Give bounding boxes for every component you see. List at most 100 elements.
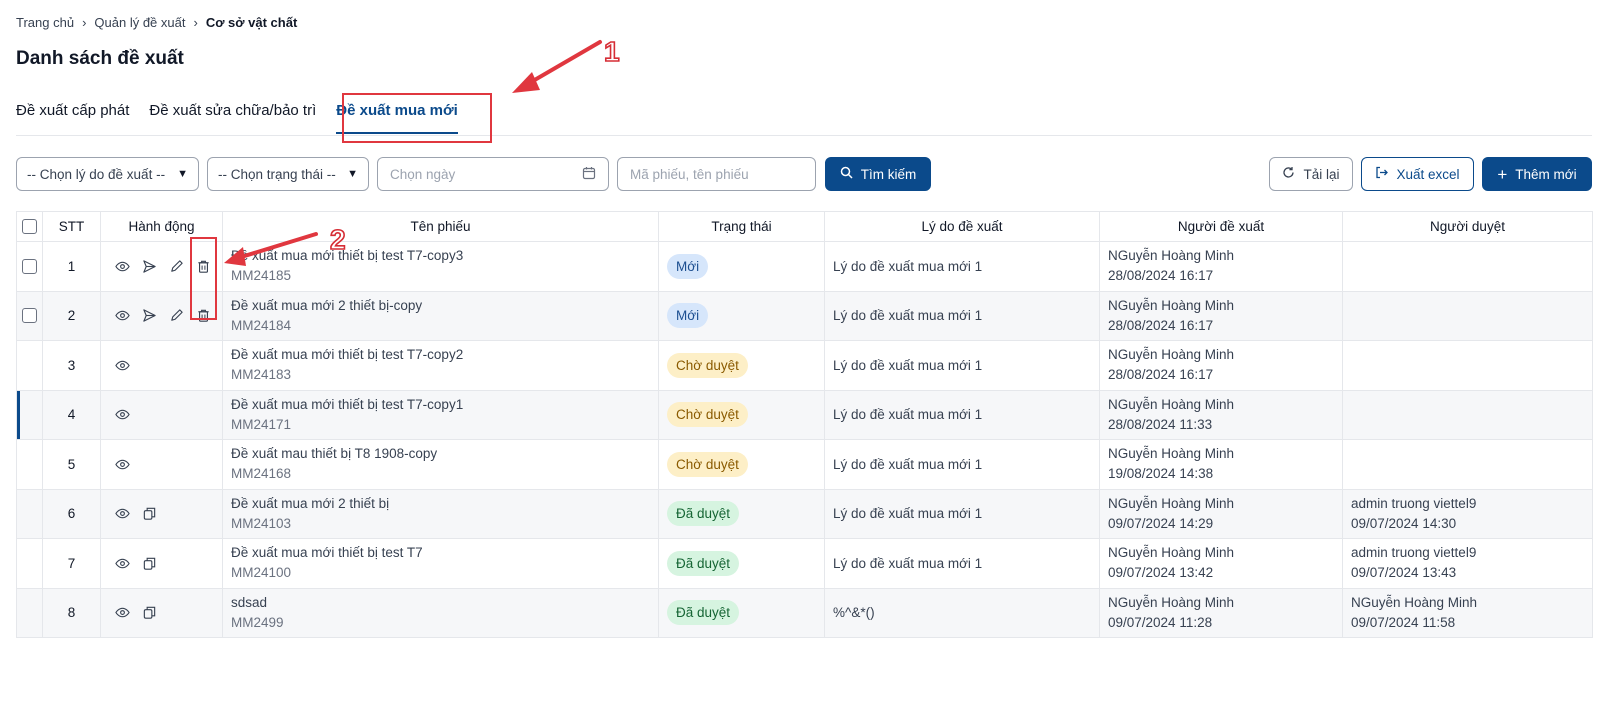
table-row[interactable]: 7 Đề xuất mua mới thiết bị test T7 MM24100… [16,538,1593,589]
row-name[interactable]: Đề xuất mua mới 2 thiết bị [231,494,658,514]
chevron-down-icon: ▼ [177,168,188,180]
row-reason: Lý do đề xuất mua mới 1 [824,290,1100,341]
row-code: MM24168 [231,466,292,482]
plus-icon: + [1497,164,1508,184]
reason-select-value: -- Chọn lý do đề xuất -- [27,166,166,182]
reload-button[interactable]: Tải lại [1269,157,1353,191]
eye-icon[interactable] [113,356,131,374]
row-name[interactable]: sdsad [231,593,658,613]
eye-icon[interactable] [113,406,131,424]
table-row[interactable]: 1 Đề xuất mua mới thiết bị test T7-copy3 M… [16,241,1593,292]
row-stt: 8 [42,587,101,638]
row-name[interactable]: Đề xuất mua mới thiết bị test T7-copy3 [231,246,658,266]
eye-icon[interactable] [113,505,131,523]
table-row[interactable]: 2 Đề xuất mua mới 2 thiết bị-copy MM24184 M… [16,290,1593,341]
row-checkbox[interactable] [22,258,37,274]
row-name[interactable]: Đề xuất mua mới 2 thiết bị-copy [231,296,658,316]
row-name-cell: sdsad MM2499 [222,587,659,638]
breadcrumb-section[interactable]: Quản lý đề xuất [94,15,185,30]
chevron-down-icon: ▼ [347,168,358,180]
row-reason: Lý do đề xuất mua mới 1 [824,439,1100,490]
row-name-cell: Đề xuất mua mới 2 thiết bị MM24103 [222,488,659,539]
row-proposer: NGuyễn Hoàng Minh [1108,446,1235,462]
row-name[interactable]: Đề xuất mua mới thiết bị test T7 [231,543,658,563]
status-badge: Đã duyệt [667,600,740,626]
breadcrumb-home[interactable]: Trang chủ [16,15,74,30]
header-select-all[interactable] [16,211,43,242]
table-row[interactable]: 4 Đề xuất mua mới thiết bị test T7-copy1 M… [16,389,1593,440]
select-all-checkbox[interactable] [22,219,37,234]
send-icon[interactable] [140,307,158,325]
row-proposer-time: 09/07/2024 11:28 [1108,614,1213,630]
eye-icon[interactable] [113,307,131,325]
row-proposer: NGuyễn Hoàng Minh [1108,347,1235,363]
add-new-button[interactable]: + Thêm mới [1482,157,1592,191]
table-row[interactable]: 3 Đề xuất mua mới thiết bị test T7-copy2 M… [16,340,1593,391]
status-badge: Chờ duyệt [667,451,748,477]
copy-icon[interactable] [140,505,158,523]
pencil-icon[interactable] [167,307,185,325]
copy-icon[interactable] [140,554,158,572]
tab-bar: Đề xuất cấp phát Đề xuất sửa chữa/bảo tr… [16,92,1592,136]
row-name-cell: Đề xuất mau thiết bị T8 1908-copy MM24168 [222,439,659,490]
table-row[interactable]: 5 Đề xuất mau thiết bị T8 1908-copy MM2416… [16,439,1593,490]
table-row[interactable]: 8 sdsad MM2499 Đã duyệt %^&*() NGuyễn Hoàng M… [16,587,1593,638]
row-status-cell: Chờ duyệt [658,389,825,440]
row-actions [100,340,223,391]
status-select[interactable]: -- Chọn trạng thái -- ▼ [207,157,369,191]
header-approver: Người duyệt [1342,211,1593,242]
export-icon [1375,166,1389,182]
reason-select[interactable]: -- Chọn lý do đề xuất -- ▼ [16,157,199,191]
row-status-cell: Mới [658,241,825,292]
row-proposer-cell: NGuyễn Hoàng Minh 28/08/2024 16:17 [1099,340,1343,391]
add-button-label: Thêm mới [1515,166,1577,182]
proposal-table: STT Hành động Tên phiếu Trạng thái Lý do… [16,211,1593,638]
annotation-box-tab [342,93,492,143]
row-code: MM2499 [231,614,284,630]
send-icon[interactable] [140,257,158,275]
tab-allocation[interactable]: Đề xuất cấp phát [16,92,129,136]
row-actions [100,587,223,638]
row-approver: admin truong viettel9 [1351,495,1477,511]
row-checkbox[interactable] [22,308,37,324]
eye-icon[interactable] [113,604,131,622]
row-proposer-cell: NGuyễn Hoàng Minh 09/07/2024 14:29 [1099,488,1343,539]
search-button[interactable]: Tìm kiếm [825,157,931,191]
row-select-cell [16,587,43,638]
breadcrumb-separator-icon: › [82,15,87,30]
tab-repair[interactable]: Đề xuất sửa chữa/bảo trì [149,92,316,136]
row-name[interactable]: Đề xuất mau thiết bị T8 1908-copy [231,444,658,464]
row-proposer-cell: NGuyễn Hoàng Minh 09/07/2024 13:42 [1099,538,1343,589]
row-proposer-time: 09/07/2024 14:29 [1108,515,1214,531]
search-input[interactable]: Mã phiếu, tên phiếu [617,157,816,191]
row-select-cell[interactable] [16,290,43,341]
row-proposer-time: 28/08/2024 16:17 [1108,268,1214,284]
date-input-placeholder: Chọn ngày [390,166,456,182]
export-button-label: Xuất excel [1396,166,1460,182]
copy-icon[interactable] [140,604,158,622]
row-code: MM24185 [231,268,292,284]
row-proposer: NGuyễn Hoàng Minh [1108,495,1235,511]
row-proposer-time: 28/08/2024 16:17 [1108,317,1214,333]
table-row[interactable]: 6 Đề xuất mua mới 2 thiết bị MM24103 Đã duy… [16,488,1593,539]
row-select-cell[interactable] [16,241,43,292]
eye-icon[interactable] [113,554,131,572]
date-input[interactable]: Chọn ngày [377,157,609,191]
breadcrumb-current: Cơ sở vật chất [205,15,298,30]
row-approver-cell: admin truong viettel9 09/07/2024 14:30 [1342,488,1593,539]
row-name[interactable]: Đề xuất mua mới thiết bị test T7-copy1 [231,395,658,415]
row-name[interactable]: Đề xuất mua mới thiết bị test T7-copy2 [231,345,658,365]
refresh-icon [1282,166,1295,182]
reload-button-label: Tải lại [1303,166,1340,182]
pencil-icon[interactable] [167,257,185,275]
table-header: STT Hành động Tên phiếu Trạng thái Lý do… [16,211,1593,242]
row-name-cell: Đề xuất mua mới thiết bị test T7-copy2 MM… [222,340,659,391]
row-proposer: NGuyễn Hoàng Minh [1108,297,1235,313]
eye-icon[interactable] [113,257,131,275]
row-code: MM24100 [231,565,292,581]
header-reason: Lý do đề xuất [824,211,1100,242]
export-excel-button[interactable]: Xuất excel [1361,157,1474,191]
annotation-marker-2: 2 [329,223,346,256]
row-approver-cell [1342,241,1593,292]
eye-icon[interactable] [113,455,131,473]
